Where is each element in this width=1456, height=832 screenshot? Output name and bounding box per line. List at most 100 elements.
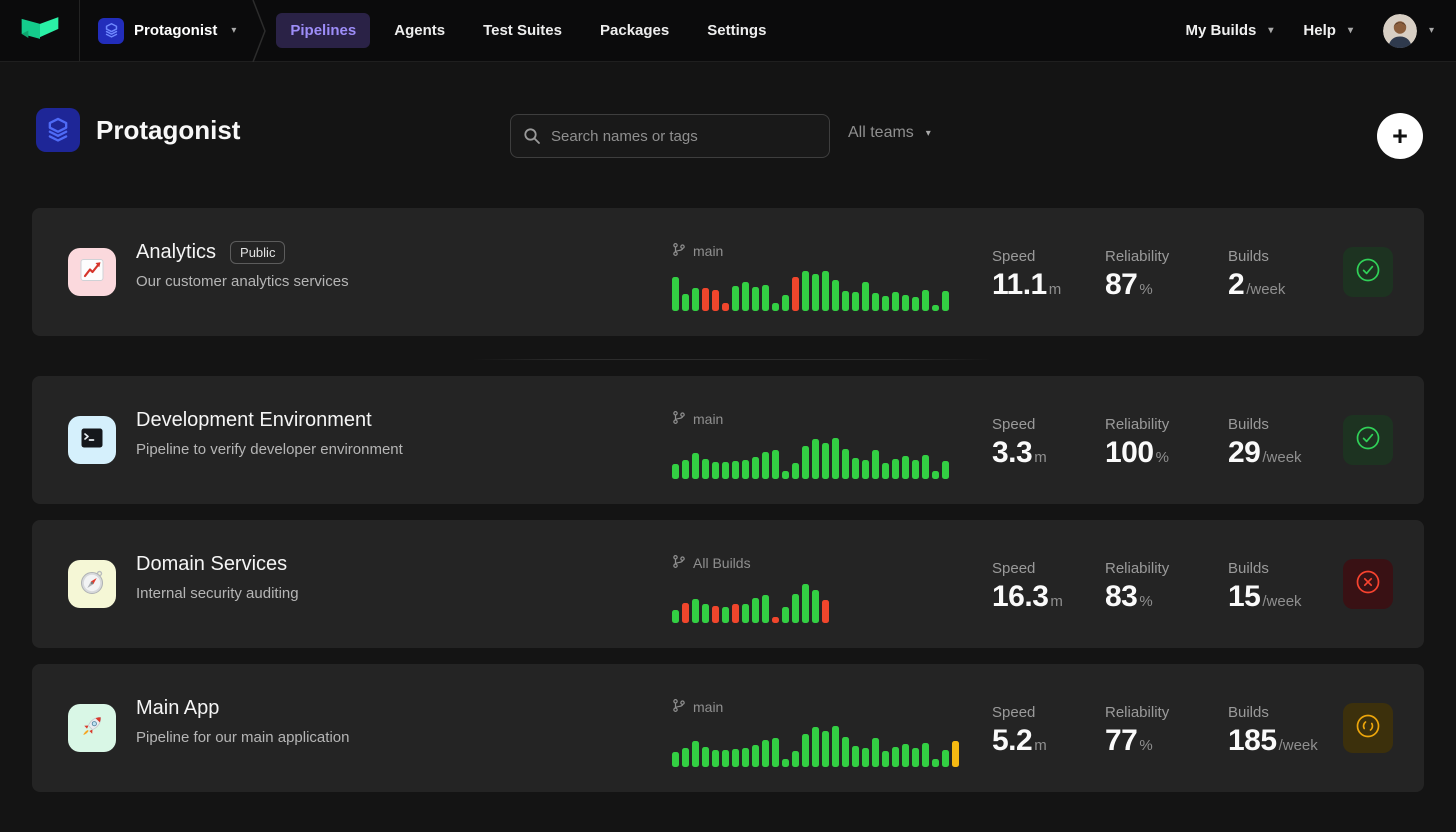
build-bar[interactable] bbox=[732, 604, 739, 623]
build-bar[interactable] bbox=[682, 294, 689, 311]
build-bar[interactable] bbox=[762, 452, 769, 479]
build-bar[interactable] bbox=[852, 746, 859, 767]
help-menu[interactable]: Help ▾ bbox=[1303, 22, 1353, 39]
org-switcher[interactable]: Protagonist ▾ bbox=[80, 0, 252, 61]
build-bar[interactable] bbox=[682, 460, 689, 479]
build-bar[interactable] bbox=[792, 751, 799, 767]
build-bar[interactable] bbox=[902, 456, 909, 479]
build-bar[interactable] bbox=[702, 747, 709, 767]
pipeline-name-link[interactable]: Analytics bbox=[136, 241, 216, 264]
build-bar[interactable] bbox=[752, 287, 759, 311]
build-bar[interactable] bbox=[802, 446, 809, 479]
build-bar[interactable] bbox=[922, 455, 929, 479]
build-bar[interactable] bbox=[852, 458, 859, 479]
build-bar[interactable] bbox=[672, 610, 679, 623]
build-bar[interactable] bbox=[742, 460, 749, 479]
pipeline-card[interactable]: Domain Services Internal security auditi… bbox=[32, 520, 1424, 648]
build-bar[interactable] bbox=[762, 740, 769, 767]
build-bar[interactable] bbox=[712, 606, 719, 623]
build-bar[interactable] bbox=[722, 750, 729, 767]
build-bar[interactable] bbox=[822, 600, 829, 623]
build-bar[interactable] bbox=[812, 590, 819, 623]
build-bar[interactable] bbox=[842, 449, 849, 479]
build-bar[interactable] bbox=[912, 297, 919, 311]
build-bar[interactable] bbox=[672, 277, 679, 311]
build-bar[interactable] bbox=[702, 288, 709, 311]
user-menu[interactable]: ▾ bbox=[1383, 14, 1434, 48]
build-bar[interactable] bbox=[842, 291, 849, 311]
build-bar[interactable] bbox=[672, 464, 679, 479]
build-bar[interactable] bbox=[692, 599, 699, 623]
build-bar[interactable] bbox=[922, 290, 929, 311]
build-bar[interactable] bbox=[792, 277, 799, 311]
build-bar[interactable] bbox=[692, 741, 699, 767]
build-bar[interactable] bbox=[732, 749, 739, 767]
tab-settings[interactable]: Settings bbox=[693, 13, 780, 48]
build-bar[interactable] bbox=[692, 453, 699, 479]
build-bar[interactable] bbox=[752, 457, 759, 479]
build-bar[interactable] bbox=[672, 752, 679, 767]
build-bar[interactable] bbox=[682, 748, 689, 767]
build-bar[interactable] bbox=[702, 604, 709, 623]
build-bar[interactable] bbox=[832, 726, 839, 767]
pipeline-card[interactable]: Development Environment Pipeline to veri… bbox=[32, 376, 1424, 504]
build-bar[interactable] bbox=[782, 295, 789, 311]
pipeline-name-link[interactable]: Main App bbox=[136, 697, 219, 720]
build-bar[interactable] bbox=[732, 461, 739, 479]
build-bar[interactable] bbox=[862, 282, 869, 311]
build-bar[interactable] bbox=[722, 607, 729, 623]
build-status-chip[interactable] bbox=[1343, 415, 1393, 465]
build-bar[interactable] bbox=[942, 750, 949, 767]
build-bar[interactable] bbox=[802, 271, 809, 311]
build-bar[interactable] bbox=[882, 463, 889, 479]
build-bar[interactable] bbox=[822, 443, 829, 479]
build-status-chip[interactable] bbox=[1343, 703, 1393, 753]
build-bar[interactable] bbox=[872, 738, 879, 767]
build-bar[interactable] bbox=[892, 747, 899, 767]
build-bar[interactable] bbox=[732, 286, 739, 311]
build-bar[interactable] bbox=[832, 438, 839, 479]
build-bar[interactable] bbox=[932, 305, 939, 311]
build-bar[interactable] bbox=[932, 471, 939, 479]
build-bar[interactable] bbox=[792, 594, 799, 623]
build-bar[interactable] bbox=[842, 737, 849, 767]
build-bar[interactable] bbox=[852, 292, 859, 311]
build-bar[interactable] bbox=[812, 439, 819, 479]
build-bar[interactable] bbox=[952, 741, 959, 767]
build-bar[interactable] bbox=[872, 450, 879, 479]
build-bar[interactable] bbox=[762, 285, 769, 311]
build-bar[interactable] bbox=[752, 598, 759, 623]
build-bar[interactable] bbox=[892, 292, 899, 311]
pipeline-card[interactable]: Analytics Public Our customer analytics … bbox=[32, 208, 1424, 336]
build-bar[interactable] bbox=[862, 748, 869, 767]
build-bar[interactable] bbox=[752, 745, 759, 767]
build-bar[interactable] bbox=[902, 744, 909, 767]
search-input[interactable] bbox=[510, 114, 830, 158]
pipeline-card[interactable]: Main App Pipeline for our main applicati… bbox=[32, 664, 1424, 792]
tab-agents[interactable]: Agents bbox=[380, 13, 459, 48]
build-bar[interactable] bbox=[702, 459, 709, 479]
build-bar[interactable] bbox=[882, 751, 889, 767]
build-bar[interactable] bbox=[712, 290, 719, 311]
build-bar[interactable] bbox=[822, 731, 829, 767]
build-bar[interactable] bbox=[782, 759, 789, 767]
build-bar[interactable] bbox=[822, 271, 829, 311]
build-bar[interactable] bbox=[722, 462, 729, 479]
build-bar[interactable] bbox=[742, 748, 749, 767]
build-bar[interactable] bbox=[782, 607, 789, 623]
build-status-chip[interactable] bbox=[1343, 247, 1393, 297]
build-bar[interactable] bbox=[862, 460, 869, 479]
build-bar[interactable] bbox=[912, 748, 919, 767]
build-bar[interactable] bbox=[782, 471, 789, 479]
build-bar[interactable] bbox=[762, 595, 769, 623]
build-bar[interactable] bbox=[772, 303, 779, 311]
build-status-chip[interactable] bbox=[1343, 559, 1393, 609]
build-bar[interactable] bbox=[742, 282, 749, 311]
build-bar[interactable] bbox=[692, 288, 699, 311]
build-bar[interactable] bbox=[892, 459, 899, 479]
build-bar[interactable] bbox=[722, 303, 729, 311]
build-bar[interactable] bbox=[712, 462, 719, 479]
pipeline-name-link[interactable]: Development Environment bbox=[136, 409, 372, 432]
build-bar[interactable] bbox=[712, 750, 719, 767]
build-bar[interactable] bbox=[932, 759, 939, 767]
